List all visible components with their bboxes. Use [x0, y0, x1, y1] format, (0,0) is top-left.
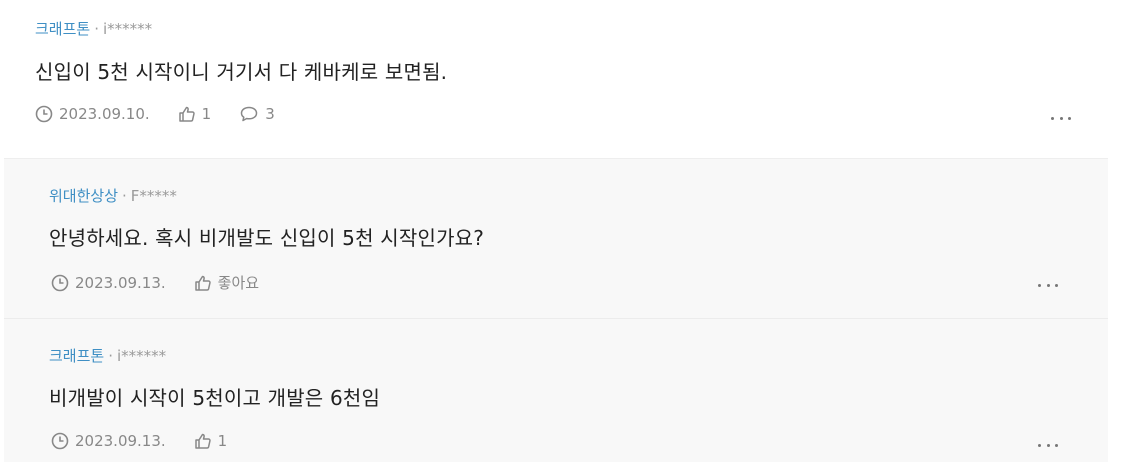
comment-footer: 2023.09.13. 좋아요 [51, 272, 287, 293]
comment-text: 비개발이 시작이 5천이고 개발은 6천임 [49, 386, 381, 410]
comment-item: 크래프톤 · i****** 신입이 5천 시작이니 거기서 다 케바케로 보면됨.… [0, 0, 1121, 158]
like-label: 좋아요 [217, 274, 260, 292]
like-button[interactable]: 1 [178, 105, 212, 123]
like-button[interactable]: 1 [194, 432, 228, 450]
date-text: 2023.09.13. [75, 273, 166, 292]
clock-icon [35, 105, 53, 123]
like-count: 1 [217, 432, 228, 450]
comment-meta: 크래프톤 · i****** [35, 18, 152, 39]
clock-icon [51, 274, 69, 291]
meta-separator: · [108, 347, 113, 365]
user-id: F***** [130, 187, 177, 205]
comment-footer: 2023.09.10. 1 3 [35, 105, 303, 123]
comment-meta: 위대한상상 · F***** [49, 185, 177, 206]
more-options-button[interactable] [1051, 114, 1071, 122]
comment-meta: 크래프톤 · i****** [49, 345, 166, 366]
meta-separator: · [94, 20, 99, 38]
reply-count: 3 [265, 105, 275, 123]
thumbs-up-icon [194, 433, 211, 449]
comment-text: 신입이 5천 시작이니 거기서 다 케바케로 보면됨. [35, 60, 448, 84]
like-count: 1 [201, 105, 212, 123]
like-button[interactable]: 좋아요 [194, 272, 259, 293]
comment-text: 안녕하세요. 혹시 비개발도 신입이 5천 시작인가요? [49, 226, 485, 250]
comment-date: 2023.09.10. [35, 105, 150, 123]
date-text: 2023.09.13. [75, 432, 166, 450]
reply-item: 크래프톤 · i****** 비개발이 시작이 5천이고 개발은 6천임 2023.… [4, 318, 1108, 462]
clock-icon [51, 432, 69, 450]
comment-footer: 2023.09.13. 1 [51, 432, 255, 450]
more-options-button[interactable] [1038, 441, 1058, 449]
comment-thread: 크래프톤 · i****** 신입이 5천 시작이니 거기서 다 케바케로 보면됨.… [0, 0, 1121, 462]
author-name[interactable]: 위대한상상 [49, 187, 118, 205]
comment-date: 2023.09.13. [51, 432, 166, 450]
user-id: i****** [116, 347, 167, 365]
reply-button[interactable]: 3 [239, 105, 275, 123]
comment-date: 2023.09.13. [51, 274, 166, 292]
thumbs-up-icon [194, 275, 211, 291]
user-id: i****** [102, 20, 153, 38]
thumbs-up-icon [178, 106, 195, 122]
date-text: 2023.09.10. [59, 105, 150, 123]
reply-item: 위대한상상 · F***** 안녕하세요. 혹시 비개발도 신입이 5천 시작인가요… [4, 158, 1108, 318]
meta-separator: · [122, 187, 127, 205]
author-name[interactable]: 크래프톤 [35, 20, 90, 38]
speech-bubble-icon [240, 106, 258, 122]
more-options-button[interactable] [1038, 281, 1058, 289]
author-name[interactable]: 크래프톤 [49, 347, 104, 365]
